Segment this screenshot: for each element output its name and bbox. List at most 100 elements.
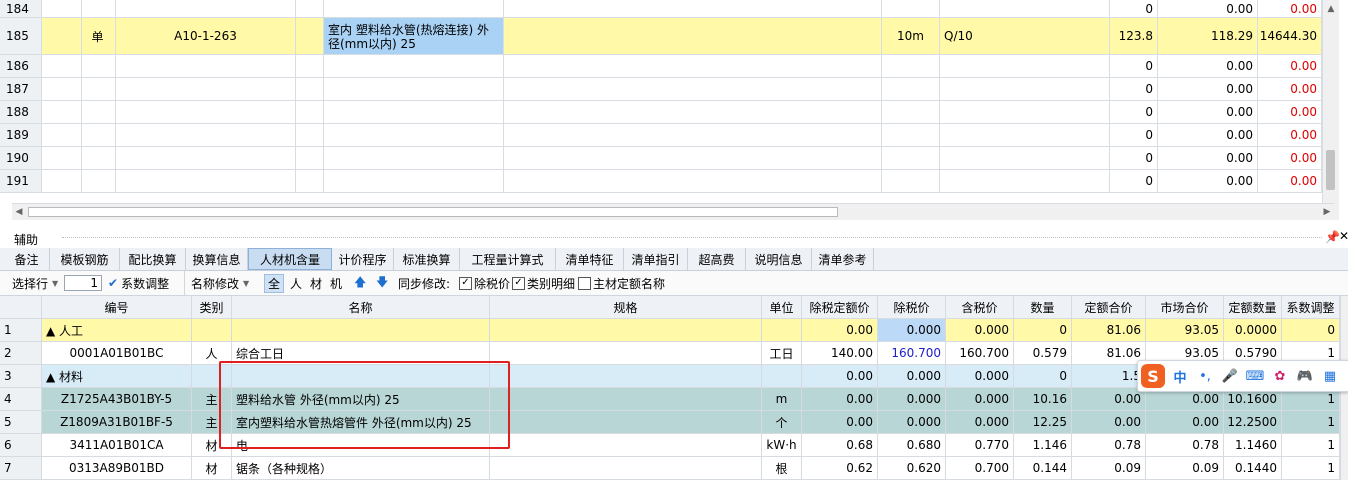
scrollbar-thumb[interactable]: [28, 207, 838, 217]
cell-base-price[interactable]: 0.00: [802, 319, 878, 341]
cell-name[interactable]: 锯条（各种规格）: [232, 457, 490, 479]
cell-qty[interactable]: 0.579: [1014, 342, 1072, 364]
cell-code[interactable]: Z1809A31B01BF-5: [42, 411, 192, 433]
cell-code[interactable]: 0313A89B01BD: [42, 457, 192, 479]
cell-total[interactable]: 0.00: [1258, 170, 1322, 192]
cell-qty-expr[interactable]: [940, 101, 1110, 123]
tab-3[interactable]: 配比换算: [120, 248, 186, 270]
cell-total[interactable]: 14644.30: [1258, 18, 1322, 54]
cell-base-price[interactable]: 0.00: [802, 365, 878, 387]
cell-qty[interactable]: 10.16: [1014, 388, 1072, 410]
cell-qty[interactable]: 0.144: [1014, 457, 1072, 479]
cell-ex-tax[interactable]: 0.000: [878, 365, 946, 387]
cell-spec[interactable]: [490, 365, 762, 387]
cell-unit[interactable]: [882, 101, 940, 123]
header-base-price[interactable]: 除税定额价: [802, 296, 878, 318]
cell-in-tax[interactable]: 0.000: [946, 365, 1014, 387]
cell-base-qty[interactable]: 1.1460: [1224, 434, 1282, 456]
cell-qty[interactable]: 1.146: [1014, 434, 1072, 456]
cell-spec[interactable]: [490, 388, 762, 410]
cell-in-tax[interactable]: 0.000: [946, 388, 1014, 410]
grid-icon[interactable]: ▦: [1319, 365, 1341, 387]
tab-9[interactable]: 清单特征: [556, 248, 624, 270]
header-base-qty[interactable]: 定额数量: [1224, 296, 1282, 318]
scroll-up-icon[interactable]: ▲: [1324, 2, 1338, 16]
table-row[interactable]: 6 3411A01B01CA 材电 kW·h 0.68 0.680 0.770 1.146 0.…: [0, 434, 1340, 457]
cell-type[interactable]: [80, 147, 116, 169]
cell-unit[interactable]: m: [762, 388, 802, 410]
header-ex-tax[interactable]: 除税价: [878, 296, 946, 318]
cell-market-total[interactable]: 93.05: [1146, 319, 1224, 341]
cell-code[interactable]: [116, 55, 296, 77]
cell-base-total[interactable]: 0.78: [1072, 434, 1146, 456]
cell-qty[interactable]: 0: [1110, 170, 1158, 192]
cell-base-total[interactable]: 0.09: [1072, 457, 1146, 479]
cell-price[interactable]: 0.00: [1158, 55, 1258, 77]
pin-icon[interactable]: 📌: [1325, 230, 1340, 244]
cell-price[interactable]: 0.00: [1158, 0, 1258, 17]
cell-base-total[interactable]: 81.06: [1072, 342, 1146, 364]
cell-in-tax[interactable]: 0.000: [946, 319, 1014, 341]
cell-name[interactable]: [232, 319, 490, 341]
tab-6[interactable]: 计价程序: [332, 248, 394, 270]
cell-code[interactable]: [116, 170, 296, 192]
cell-total[interactable]: 0.00: [1258, 101, 1322, 123]
cell-qty[interactable]: 0: [1110, 78, 1158, 100]
cell-in-tax[interactable]: 0.000: [946, 411, 1014, 433]
tab-13[interactable]: 清单参考: [812, 248, 874, 270]
cell-price[interactable]: 0.00: [1158, 147, 1258, 169]
cell-base-total[interactable]: 81.06: [1072, 319, 1146, 341]
cell-code[interactable]: [116, 147, 296, 169]
checkbox-category-detail[interactable]: ✓ 类别明细: [512, 271, 575, 295]
scroll-right-icon[interactable]: ▶: [1320, 205, 1334, 219]
cell-qty-expr[interactable]: [940, 0, 1110, 17]
cell-spec[interactable]: [490, 434, 762, 456]
select-row-dropdown[interactable]: 选择行 ▼: [12, 271, 58, 295]
cell-qty[interactable]: 0: [1110, 124, 1158, 146]
cell-total[interactable]: 0.00: [1258, 124, 1322, 146]
cell-qty-expr[interactable]: [940, 124, 1110, 146]
mic-icon[interactable]: 🎤: [1219, 365, 1241, 387]
keyboard-icon[interactable]: ⌨: [1244, 365, 1266, 387]
cell-qty[interactable]: 0: [1014, 365, 1072, 387]
checkbox-ex-tax-box[interactable]: ✓: [459, 276, 472, 290]
table-row[interactable]: 186 0 0.00 0.00: [0, 55, 1322, 78]
cell-total[interactable]: 0.00: [1258, 78, 1322, 100]
cell-market-total[interactable]: 0.09: [1146, 457, 1224, 479]
cell-qty-expr[interactable]: [940, 147, 1110, 169]
cell-ex-tax[interactable]: 0.680: [878, 434, 946, 456]
cell-total[interactable]: 0.00: [1258, 0, 1322, 17]
cell-total[interactable]: 0.00: [1258, 55, 1322, 77]
cell-cat[interactable]: [192, 319, 232, 341]
tab-5[interactable]: 人材机含量: [248, 248, 332, 270]
header-name[interactable]: 名称: [232, 296, 490, 318]
header-cat[interactable]: 类别: [192, 296, 232, 318]
cell-qty[interactable]: 123.8: [1110, 18, 1158, 54]
tab-2[interactable]: 模板钢筋: [50, 248, 120, 270]
scroll-left-icon[interactable]: ◀: [12, 205, 26, 219]
header-qty[interactable]: 数量: [1014, 296, 1072, 318]
cell-base-qty[interactable]: 0.0000: [1224, 319, 1282, 341]
cell-code[interactable]: 3411A01B01CA: [42, 434, 192, 456]
cell-unit[interactable]: [762, 319, 802, 341]
cell-price[interactable]: 0.00: [1158, 124, 1258, 146]
cell-unit[interactable]: kW·h: [762, 434, 802, 456]
move-down-icon[interactable]: 🡇: [376, 271, 388, 295]
cell-in-tax[interactable]: 0.700: [946, 457, 1014, 479]
cell-price[interactable]: 0.00: [1158, 170, 1258, 192]
cell-code[interactable]: ▲ 人工: [42, 319, 192, 341]
cell-coef[interactable]: 1: [1282, 457, 1340, 479]
checkbox-ex-tax[interactable]: ✓ 除税价: [459, 271, 510, 295]
checkbox-main-quota-name-box[interactable]: [578, 276, 591, 290]
cell-market-total[interactable]: 0.00: [1146, 411, 1224, 433]
cell-unit[interactable]: 10m: [882, 18, 940, 54]
cell-unit[interactable]: [882, 170, 940, 192]
cell-ex-tax[interactable]: 0.000: [878, 388, 946, 410]
cell-unit[interactable]: [882, 0, 940, 17]
cell-qty[interactable]: 0: [1110, 0, 1158, 17]
top-grid-horizontal-scrollbar[interactable]: ◀ ▶: [12, 203, 1334, 220]
tab-7[interactable]: 标准换算: [394, 248, 460, 270]
cell-name[interactable]: [324, 0, 504, 17]
cell-base-price[interactable]: 0.62: [802, 457, 878, 479]
cell-in-tax[interactable]: 160.700: [946, 342, 1014, 364]
